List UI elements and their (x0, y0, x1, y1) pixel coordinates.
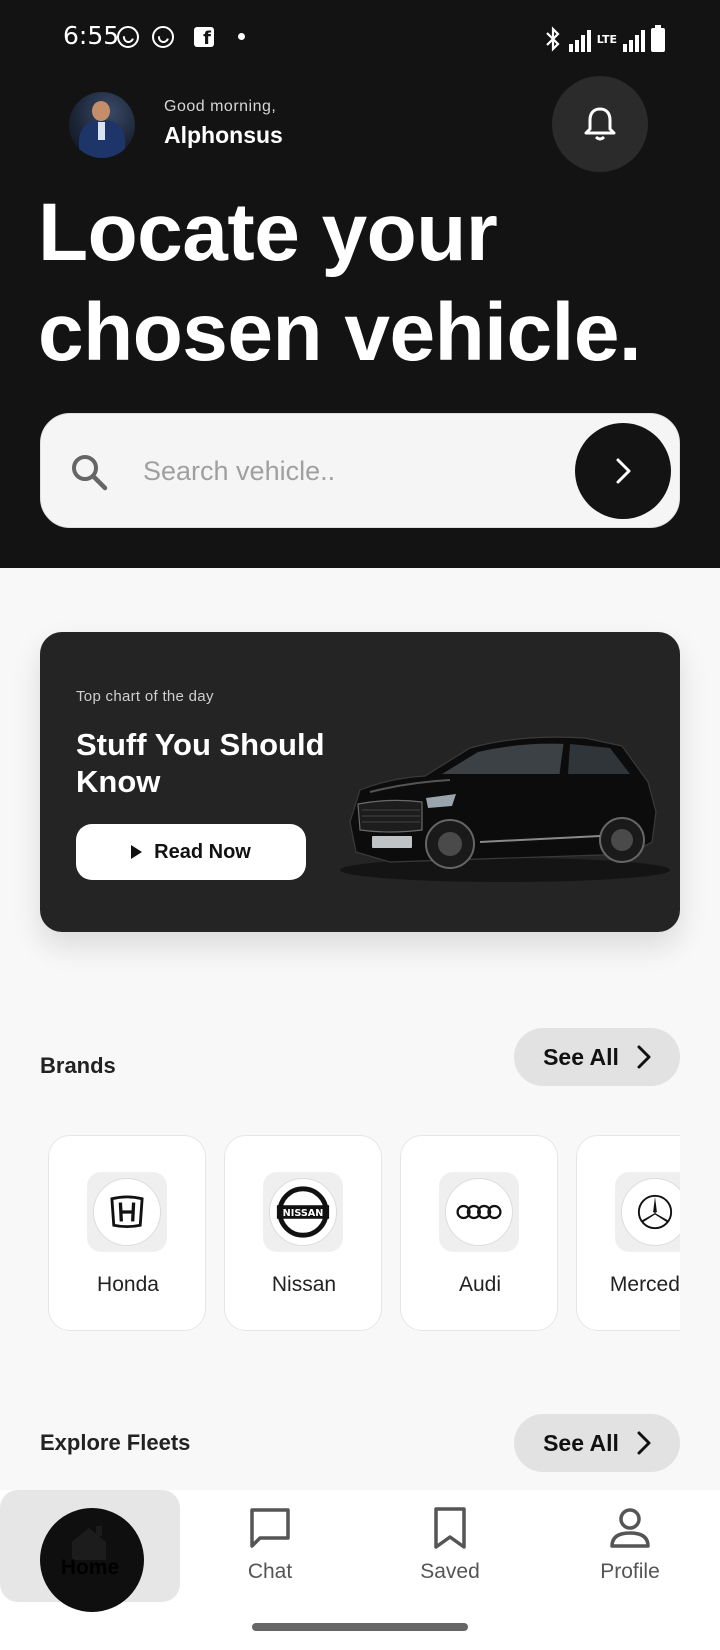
battery-icon (651, 25, 665, 52)
avatar[interactable] (69, 92, 135, 158)
bluetooth-icon (543, 26, 563, 52)
person-icon (610, 1508, 650, 1548)
see-all-label: See All (543, 1429, 619, 1456)
brand-card-audi[interactable]: Audi (400, 1135, 558, 1331)
hero-section: 6:55 LTE Good morning, Alphonsus (0, 0, 720, 568)
search-input[interactable] (143, 449, 543, 493)
dot-icon (238, 33, 245, 40)
whatsapp-icon (152, 26, 174, 48)
nav-home[interactable]: Home (0, 1490, 180, 1612)
read-now-label: Read Now (154, 840, 251, 863)
home-indicator[interactable] (252, 1623, 468, 1631)
play-icon (131, 845, 143, 859)
search-icon (72, 455, 108, 491)
brands-see-all-button[interactable]: See All (514, 1028, 680, 1086)
username: Alphonsus (164, 122, 283, 148)
nissan-logo: NISSAN (269, 1178, 337, 1246)
promo-card[interactable]: Top chart of the day Stuff You Should Kn… (40, 632, 680, 932)
chevron-right-icon (637, 1045, 651, 1069)
notification-button[interactable] (552, 76, 648, 172)
read-now-button[interactable]: Read Now (76, 824, 306, 880)
signal-icon (568, 30, 591, 52)
facebook-icon (194, 27, 214, 47)
promo-title: Stuff You Should Know (76, 727, 325, 799)
search-submit-button[interactable] (575, 423, 671, 519)
nav-home-label: Home (60, 1556, 120, 1579)
fleets-see-all-button[interactable]: See All (514, 1414, 680, 1472)
see-all-label: See All (543, 1043, 619, 1070)
lte-label: LTE (596, 33, 617, 46)
greeting-text: Good morning, (164, 98, 277, 115)
brand-card-nissan[interactable]: NISSAN Nissan (224, 1135, 382, 1331)
nav-saved[interactable]: Saved (360, 1490, 540, 1602)
brand-card-honda[interactable]: Honda (48, 1135, 206, 1331)
mercedes-logo (621, 1178, 680, 1246)
brand-name: Honda (97, 1273, 159, 1296)
brand-name: Mercedes (609, 1273, 680, 1296)
bookmark-icon (434, 1507, 466, 1549)
brand-name: Nissan (271, 1273, 337, 1296)
lte-signal-icon (623, 30, 645, 52)
chevron-right-icon (637, 1431, 651, 1455)
system-status-icons: LTE (543, 22, 665, 52)
nav-profile-label: Profile (600, 1560, 660, 1583)
nav-saved-label: Saved (420, 1560, 480, 1583)
nav-chat[interactable]: Chat (180, 1490, 360, 1602)
brand-card-mercedes[interactable]: Mercedes (576, 1135, 680, 1331)
nav-chat-label: Chat (247, 1560, 293, 1583)
brand-name: Audi (458, 1273, 502, 1296)
page-title: Locate your chosen vehicle. (38, 187, 642, 378)
honda-logo (93, 1178, 161, 1246)
nav-profile[interactable]: Profile (540, 1490, 720, 1602)
chat-icon (250, 1508, 290, 1548)
promo-subtitle: Top chart of the day (76, 688, 214, 705)
brands-title: Brands (40, 1053, 116, 1078)
bell-icon (584, 107, 616, 141)
status-bar: 6:55 LTE (0, 0, 720, 74)
status-time: 6:55 (63, 21, 120, 50)
fleets-title: Explore Fleets (40, 1430, 191, 1455)
search-bar (40, 413, 680, 528)
black-suv-image (340, 736, 670, 882)
audi-logo (445, 1178, 513, 1246)
whatsapp-icon (117, 26, 139, 48)
brands-list: Honda NISSAN Nissan Audi Merced (40, 1133, 680, 1333)
svg-text:NISSAN: NISSAN (283, 1208, 324, 1219)
chevron-right-icon (616, 458, 631, 484)
